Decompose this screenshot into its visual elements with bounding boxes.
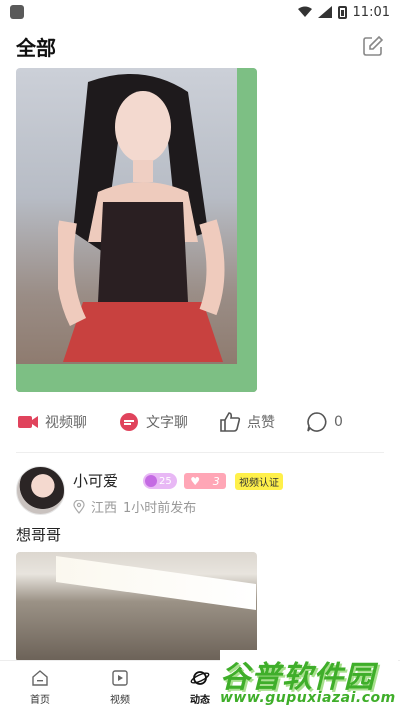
comment-button[interactable]: 0	[305, 410, 343, 434]
thumbs-up-icon	[220, 412, 241, 432]
comment-count: 0	[334, 414, 343, 430]
page-title: 全部	[16, 35, 56, 60]
text-chat-label: 文字聊	[146, 415, 188, 431]
edit-icon[interactable]	[362, 35, 384, 57]
heart-icon: ♥	[190, 474, 201, 488]
level-badge: 25	[143, 473, 177, 489]
avatar[interactable]	[16, 466, 65, 515]
photo-frame	[237, 68, 257, 392]
tab-video[interactable]: 视频	[80, 661, 160, 712]
tab-home[interactable]: 首页	[0, 661, 80, 712]
header: 全部	[0, 28, 400, 64]
text-chat-button[interactable]: 文字聊	[117, 410, 188, 434]
level-value: 25	[159, 475, 172, 487]
tab-feed-label: 动态	[190, 695, 210, 706]
post-text: 想哥哥	[16, 526, 62, 544]
battery-icon	[337, 5, 347, 19]
heart-badge: ♥ 3	[184, 473, 226, 489]
post-author: 小可爱 25 ♥ 3 视频认证 江西 1小时前发布	[16, 466, 384, 516]
level-icon	[145, 475, 157, 487]
tab-video-label: 视频	[110, 695, 130, 706]
comment-icon	[307, 412, 327, 432]
heart-level: 3	[212, 474, 220, 488]
wifi-icon	[297, 6, 312, 17]
notification-icon	[10, 5, 24, 19]
signal-icon	[317, 6, 332, 18]
location-icon	[73, 499, 85, 514]
post-meta: 江西 1小时前发布	[73, 497, 196, 516]
watermark-title: 谷普软件园	[220, 660, 375, 695]
location: 江西	[91, 501, 118, 516]
planet-icon	[190, 671, 210, 685]
post-divider	[16, 452, 384, 453]
chat-bubble-icon	[120, 413, 138, 431]
status-bar: 11:01	[0, 0, 400, 24]
person-figure	[58, 74, 225, 362]
video-camera-icon	[18, 416, 38, 428]
post-actions: 视频聊 文字聊 点赞 0	[16, 406, 384, 438]
video-chat-label: 视频聊	[45, 415, 87, 431]
watermark: 谷普软件园 www.gupuxiazai.com	[220, 650, 398, 712]
username[interactable]: 小可爱	[73, 470, 118, 491]
tab-home-label: 首页	[30, 695, 50, 706]
video-chat-button[interactable]: 视频聊	[16, 410, 87, 434]
like-label: 点赞	[247, 415, 275, 431]
video-verified-badge: 视频认证	[235, 473, 283, 490]
like-button[interactable]: 点赞	[218, 410, 275, 434]
video-icon	[112, 670, 128, 686]
watermark-url: www.gupuxiazai.com	[220, 690, 396, 706]
post-time: 1小时前发布	[123, 501, 197, 516]
status-time: 11:01	[352, 4, 390, 20]
post-photo[interactable]	[16, 68, 257, 392]
home-icon	[32, 670, 48, 686]
post-photo-2[interactable]	[16, 552, 257, 662]
photo-light	[56, 555, 256, 611]
